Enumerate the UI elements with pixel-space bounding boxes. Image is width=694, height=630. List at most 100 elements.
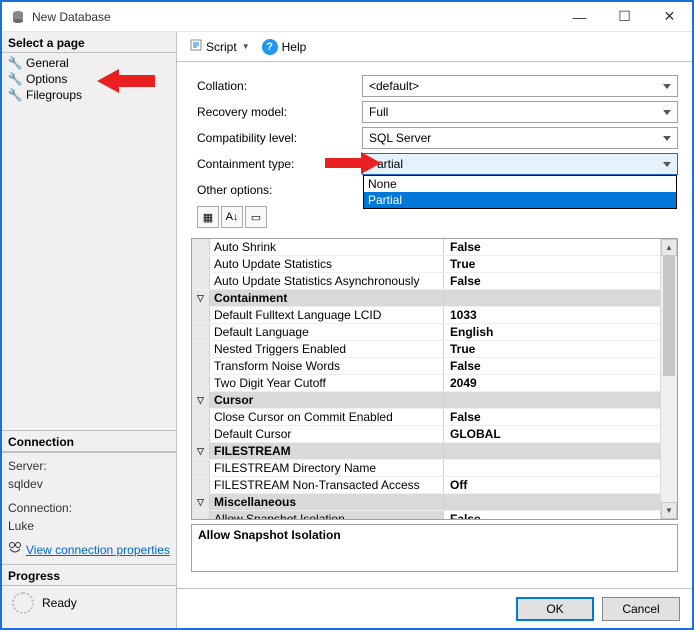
containment-option-partial[interactable]: Partial — [364, 192, 676, 208]
sidebar-item-options[interactable]: 🔧 Options — [2, 71, 176, 87]
property-description-panel: Allow Snapshot Isolation — [191, 524, 678, 572]
server-label: Server: — [8, 457, 170, 475]
sidebar-item-general[interactable]: 🔧 General — [2, 55, 176, 71]
grid-property-row[interactable]: FILESTREAM Directory Name — [192, 460, 660, 477]
grid-property-value[interactable]: True — [444, 256, 660, 272]
grid-property-row[interactable]: Transform Noise WordsFalse — [192, 358, 660, 375]
grid-property-row[interactable]: Default Fulltext Language LCID1033 — [192, 307, 660, 324]
grid-expand-cell — [192, 426, 210, 442]
scroll-thumb[interactable] — [663, 256, 675, 376]
grid-property-row[interactable]: Two Digit Year Cutoff2049 — [192, 375, 660, 392]
sidebar-item-label: Filegroups — [26, 88, 82, 102]
grid-expand-cell — [192, 239, 210, 255]
grid-expand-cell[interactable]: ▽ — [192, 494, 210, 510]
grid-property-value[interactable]: False — [444, 511, 660, 519]
grid-property-value[interactable]: 1033 — [444, 307, 660, 323]
grid-props-button[interactable]: ▭ — [245, 206, 267, 228]
collation-dropdown[interactable]: <default> — [362, 75, 678, 97]
grid-property-row[interactable]: FILESTREAM Non-Transacted AccessOff — [192, 477, 660, 494]
grid-expand-cell — [192, 375, 210, 391]
grid-property-value[interactable]: False — [444, 239, 660, 255]
grid-expand-cell — [192, 324, 210, 340]
scroll-down-button[interactable]: ▼ — [661, 502, 677, 519]
close-button[interactable]: ✕ — [647, 2, 692, 31]
grid-property-value — [444, 392, 660, 408]
grid-expand-cell[interactable]: ▽ — [192, 443, 210, 459]
grid-property-name: FILESTREAM — [210, 443, 444, 459]
help-icon: ? — [262, 39, 278, 55]
compat-dropdown[interactable]: SQL Server — [362, 127, 678, 149]
wrench-icon: 🔧 — [8, 56, 22, 70]
connection-icon — [8, 541, 22, 558]
grid-property-row[interactable]: Auto Update Statistics AsynchronouslyFal… — [192, 273, 660, 290]
property-grid-scrollbar[interactable]: ▲ ▼ — [660, 239, 677, 519]
toolbar: Script ▼ ? Help — [177, 32, 692, 62]
ok-button[interactable]: OK — [516, 597, 594, 621]
property-grid-toolbar: ▦ A↓ ▭ — [197, 206, 678, 228]
help-button[interactable]: ? Help — [258, 37, 311, 57]
recovery-dropdown[interactable]: Full — [362, 101, 678, 123]
grid-category-row[interactable]: ▽Cursor — [192, 392, 660, 409]
containment-option-none[interactable]: None — [364, 176, 676, 192]
grid-alpha-button[interactable]: A↓ — [221, 206, 243, 228]
grid-property-row[interactable]: Default LanguageEnglish — [192, 324, 660, 341]
sidebar-item-filegroups[interactable]: 🔧 Filegroups — [2, 87, 176, 103]
view-connection-properties-link[interactable]: View connection properties — [8, 541, 170, 558]
grid-property-name: Nested Triggers Enabled — [210, 341, 444, 357]
maximize-button[interactable]: ☐ — [602, 2, 647, 31]
grid-property-name: FILESTREAM Directory Name — [210, 460, 444, 476]
grid-category-row[interactable]: ▽FILESTREAM — [192, 443, 660, 460]
main-panel: Script ▼ ? Help Collation: <default> Rec… — [177, 32, 692, 628]
grid-property-row[interactable]: Auto ShrinkFalse — [192, 239, 660, 256]
minimize-button[interactable]: — — [557, 2, 602, 31]
grid-property-value[interactable]: English — [444, 324, 660, 340]
chevron-down-icon: ▼ — [242, 42, 250, 51]
grid-property-value[interactable]: False — [444, 273, 660, 289]
scroll-up-button[interactable]: ▲ — [661, 239, 677, 256]
grid-property-name: Default Language — [210, 324, 444, 340]
cancel-button[interactable]: Cancel — [602, 597, 680, 621]
grid-property-value[interactable] — [444, 460, 660, 476]
grid-property-row[interactable]: Auto Update StatisticsTrue — [192, 256, 660, 273]
grid-expand-cell[interactable]: ▽ — [192, 290, 210, 306]
sidebar-item-label: Options — [26, 72, 67, 86]
grid-property-value[interactable]: False — [444, 409, 660, 425]
grid-property-name: Transform Noise Words — [210, 358, 444, 374]
grid-property-value[interactable]: False — [444, 358, 660, 374]
compat-label: Compatibility level: — [197, 131, 362, 145]
grid-category-row[interactable]: ▽Miscellaneous — [192, 494, 660, 511]
grid-property-name: Containment — [210, 290, 444, 306]
progress-header: Progress — [2, 565, 176, 586]
script-button[interactable]: Script ▼ — [185, 36, 254, 57]
grid-expand-cell — [192, 460, 210, 476]
grid-property-value — [444, 494, 660, 510]
containment-dropdown[interactable]: Partial None Partial — [362, 153, 678, 175]
grid-property-row[interactable]: Allow Snapshot IsolationFalse — [192, 511, 660, 519]
property-grid[interactable]: Auto ShrinkFalseAuto Update StatisticsTr… — [191, 238, 678, 520]
grid-property-value[interactable]: Off — [444, 477, 660, 493]
progress-status: Ready — [42, 596, 77, 610]
grid-property-row[interactable]: Nested Triggers EnabledTrue — [192, 341, 660, 358]
grid-property-name: Close Cursor on Commit Enabled — [210, 409, 444, 425]
window-title: New Database — [32, 10, 557, 24]
grid-expand-cell — [192, 511, 210, 519]
grid-property-value[interactable]: True — [444, 341, 660, 357]
grid-category-row[interactable]: ▽Containment — [192, 290, 660, 307]
connection-label: Connection: — [8, 499, 170, 517]
recovery-label: Recovery model: — [197, 105, 362, 119]
app-icon — [10, 9, 26, 25]
grid-property-name: Allow Snapshot Isolation — [210, 511, 444, 519]
grid-property-value[interactable]: GLOBAL — [444, 426, 660, 442]
grid-expand-cell — [192, 477, 210, 493]
grid-property-row[interactable]: Close Cursor on Commit EnabledFalse — [192, 409, 660, 426]
grid-expand-cell[interactable]: ▽ — [192, 392, 210, 408]
wrench-icon: 🔧 — [8, 88, 22, 102]
grid-expand-cell — [192, 273, 210, 289]
grid-property-value[interactable]: 2049 — [444, 375, 660, 391]
grid-property-name: Auto Shrink — [210, 239, 444, 255]
otheropts-label: Other options: — [197, 183, 362, 197]
grid-property-row[interactable]: Default CursorGLOBAL — [192, 426, 660, 443]
grid-categorized-button[interactable]: ▦ — [197, 206, 219, 228]
window-buttons: — ☐ ✕ — [557, 2, 692, 31]
grid-property-name: Default Cursor — [210, 426, 444, 442]
